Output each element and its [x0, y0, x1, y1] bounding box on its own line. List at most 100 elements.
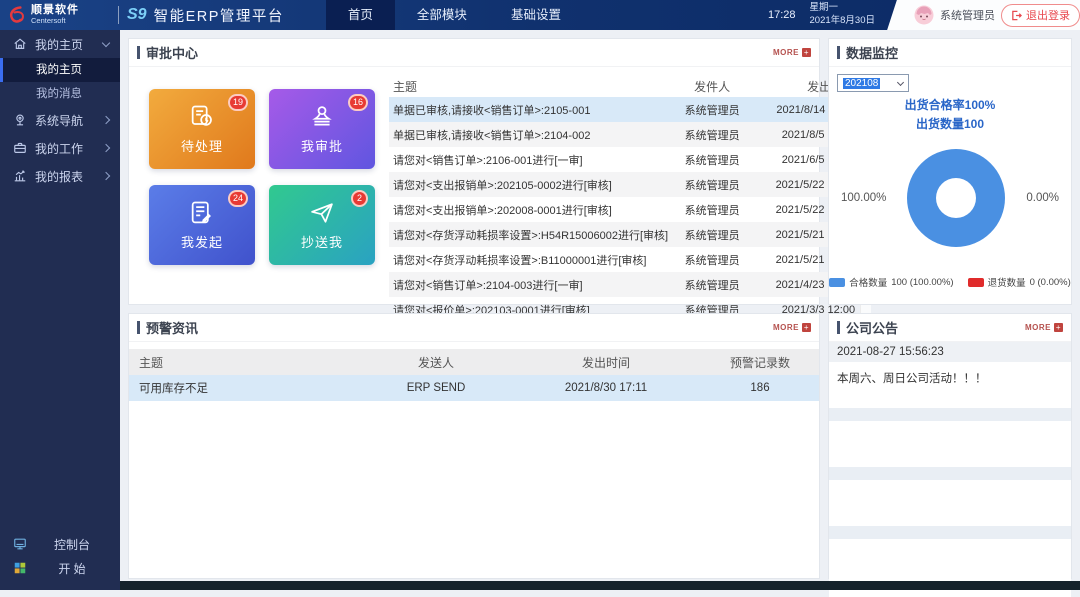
period-select[interactable]: 202108 [837, 74, 909, 92]
table-row[interactable]: 单据已审核,请接收<销售订单>:2105-001 系统管理员 2021/8/14… [389, 97, 858, 122]
row-subject: 请您对<支出报销单>:202008-0001进行[审核] [389, 202, 668, 218]
panel-header: 预警资讯 MORE + [129, 314, 819, 342]
table-row[interactable]: 请您对<销售订单>:2106-001进行[一审] 系统管理员 2021/6/5 … [389, 147, 858, 172]
home-icon [13, 37, 27, 51]
row-subject: 请您对<存货浮动耗损率设置>:H54R15006002进行[审核] [389, 227, 668, 243]
logout-label: 退出登录 [1026, 7, 1070, 23]
sidebar-item-my-reports[interactable]: 我的报表 [0, 162, 120, 190]
console-button[interactable]: 控制台 [0, 532, 120, 556]
user-area: 系统管理员 退出登录 [902, 0, 1080, 30]
sidebar-bottom: 控制台 开 始 [0, 532, 120, 580]
company-name-en: Centersoft [31, 17, 79, 25]
pending-count-badge: 19 [228, 94, 248, 111]
donut-chart [907, 149, 1005, 247]
sidebar-item-my-home[interactable]: 我的主页 [0, 30, 120, 58]
more-label: MORE [773, 323, 799, 332]
row-sender: 系统管理员 [668, 127, 756, 143]
alerts-header-row: 主题 发送人 发出时间 预警记录数 [129, 349, 819, 375]
user-avatar[interactable] [914, 5, 934, 25]
sidebar-subitem-my-home[interactable]: 我的主页 [0, 58, 120, 82]
legend-name: 退货数量 [988, 275, 1026, 289]
chevron-right-icon [102, 144, 110, 152]
legend-item-pass: 合格数量 100 (100.00%) [829, 275, 953, 289]
tab-all-modules[interactable]: 全部模块 [395, 0, 489, 30]
more-plus-icon: + [802, 323, 811, 332]
alert-record-count: 186 [701, 382, 819, 394]
alerts-panel: 预警资讯 MORE + 主题 发送人 发出时间 预警记录数 可用库存不足 ERP… [128, 313, 820, 579]
tile-my-approvals[interactable]: 16 我审批 [269, 89, 375, 169]
row-sender: 系统管理员 [668, 202, 756, 218]
panel-header: 数据监控 [829, 39, 1071, 67]
panel-header: 审批中心 MORE + [129, 39, 819, 67]
sidebar-item-label: 我的主页 [35, 36, 103, 53]
notice-empty-content [829, 480, 1071, 526]
header-accent-bar [837, 321, 840, 334]
table-row[interactable]: 请您对<销售订单>:2104-003进行[一审] 系统管理员 2021/4/23… [389, 272, 858, 297]
more-label: MORE [1025, 323, 1051, 332]
notice-more-link[interactable]: MORE + [1025, 323, 1063, 332]
pass-rate-text: 出货合格率100% [829, 96, 1071, 115]
legend-swatch-blue [829, 278, 845, 287]
legend-name: 合格数量 [849, 275, 887, 289]
my-approvals-count-badge: 16 [348, 94, 368, 111]
alert-row[interactable]: 可用库存不足 ERP SEND 2021/8/30 17:11 186 [129, 375, 819, 401]
tile-label: 抄送我 [301, 232, 343, 251]
row-subject: 单据已审核,请接收<销售订单>:2105-001 [389, 102, 668, 118]
briefcase-icon [13, 141, 27, 155]
start-button[interactable]: 开 始 [0, 556, 120, 580]
sidebar-item-my-work[interactable]: 我的工作 [0, 134, 120, 162]
logout-button[interactable]: 退出登录 [1001, 4, 1080, 27]
chevron-down-icon [897, 78, 904, 85]
table-row[interactable]: 单据已审核,请接收<销售订单>:2104-002 系统管理员 2021/8/5 … [389, 122, 858, 147]
chevron-right-icon [102, 116, 110, 124]
alerts-more-link[interactable]: MORE + [773, 323, 811, 332]
col-header-subject: 主题 [389, 78, 668, 95]
map-pin-icon [13, 113, 27, 127]
more-label: MORE [773, 48, 799, 57]
chart-legend: 合格数量 100 (100.00%) 退货数量 0 (0.00%) [829, 275, 1071, 289]
more-plus-icon: + [802, 48, 811, 57]
header-accent-bar [837, 46, 840, 59]
donut-chart-row: 100.00% 0.00% [829, 149, 1071, 247]
weekday: 星期一 [810, 2, 875, 15]
donut-right-label: 0.00% [1026, 192, 1059, 204]
table-row[interactable]: 请您对<存货浮动耗损率设置>:H54R15006002进行[审核] 系统管理员 … [389, 222, 858, 247]
sidebar-subitem-my-messages[interactable]: 我的消息 [0, 82, 120, 106]
top-bar: 顺景软件 Centersoft S9 智能ERP管理平台 首页 全部模块 基础设… [0, 0, 1080, 30]
row-subject: 单据已审核,请接收<销售订单>:2104-002 [389, 127, 668, 143]
row-sender: 系统管理员 [668, 102, 756, 118]
monitor-icon [13, 537, 27, 551]
row-sender: 系统管理员 [668, 277, 756, 293]
donut-left-label: 100.00% [841, 192, 886, 204]
period-value: 202108 [843, 78, 880, 89]
product-logo: S9 [127, 6, 147, 24]
tile-pending[interactable]: 19 待处理 [149, 89, 255, 169]
date: 2021年8月30日 [810, 15, 875, 28]
subitem-label: 我的主页 [36, 64, 82, 76]
divider [118, 6, 119, 24]
table-row[interactable]: 请您对<支出报销单>:202008-0001进行[审核] 系统管理员 2021/… [389, 197, 858, 222]
document-clock-icon [188, 103, 216, 131]
tile-label: 待处理 [181, 136, 223, 155]
table-header-row: 主题 发件人 发出时间 [389, 75, 858, 97]
notice-text[interactable]: 本周六、周日公司活动！！！ [829, 362, 1071, 408]
table-row[interactable]: 请您对<支出报销单>:202105-0002进行[审核] 系统管理员 2021/… [389, 172, 858, 197]
bottom-status-strip [120, 581, 1080, 590]
tab-home[interactable]: 首页 [326, 0, 395, 30]
sidebar-item-system-nav[interactable]: 系统导航 [0, 106, 120, 134]
console-label: 控制台 [35, 536, 109, 553]
approval-more-link[interactable]: MORE + [773, 48, 811, 57]
shipment-stats: 出货合格率100% 出货数量100 [829, 96, 1071, 133]
table-row[interactable]: 请您对<存货浮动耗损率设置>:B11000001进行[审核] 系统管理员 202… [389, 247, 858, 272]
legend-value: 100 (100.00%) [891, 277, 953, 288]
row-subject: 请您对<销售订单>:2104-003进行[一审] [389, 277, 668, 293]
chevron-right-icon [102, 172, 110, 180]
notice-empty-slot [829, 408, 1071, 421]
approval-center-panel: 审批中心 MORE + 19 待处理 16 [128, 38, 820, 305]
row-subject: 请您对<销售订单>:2106-001进行[一审] [389, 152, 668, 168]
tile-cc-to-me[interactable]: 2 抄送我 [269, 185, 375, 265]
tile-initiated-by-me[interactable]: 24 我发起 [149, 185, 255, 265]
col-header-sender: 发送人 [361, 354, 511, 371]
alert-time: 2021/8/30 17:11 [511, 382, 701, 394]
tab-basic-settings[interactable]: 基础设置 [489, 0, 583, 30]
